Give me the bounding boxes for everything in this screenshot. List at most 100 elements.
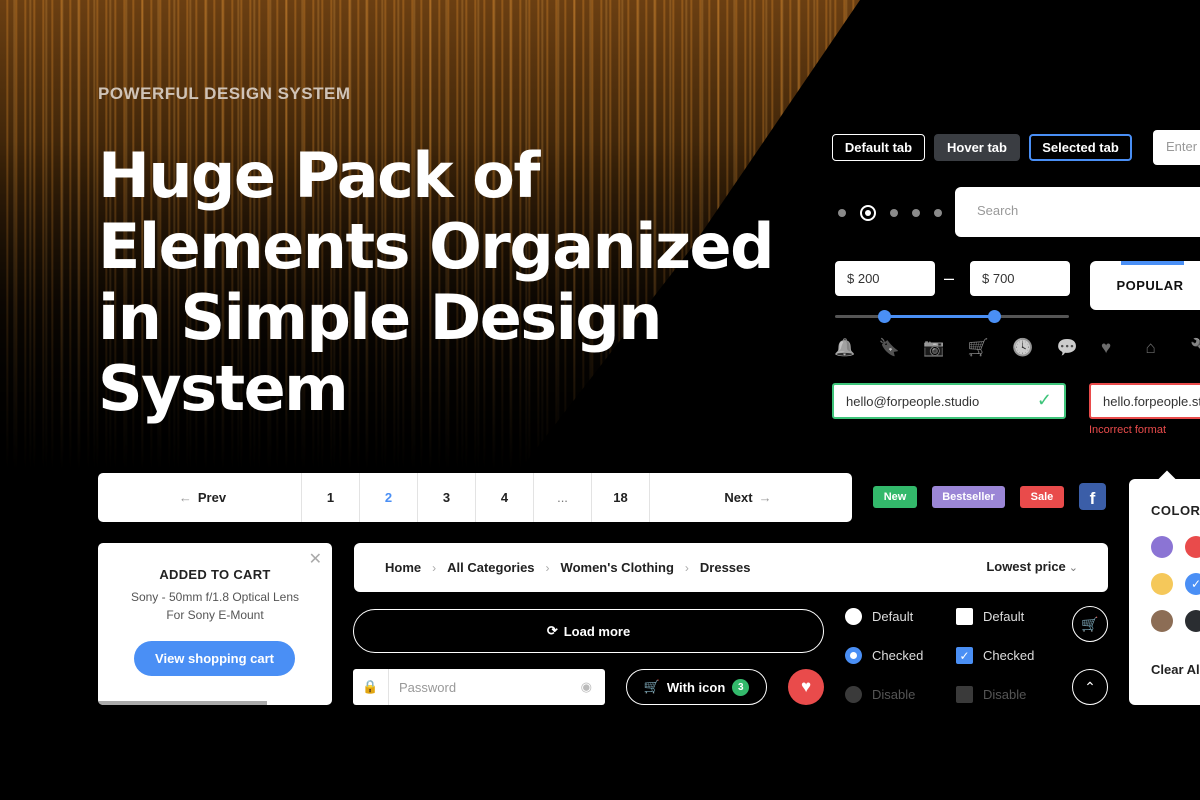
facebook-icon[interactable]: f [1079,483,1106,510]
tab-selected[interactable]: Selected tab [1029,134,1132,161]
checkbox-box [956,686,973,703]
headline-line: System [98,352,349,425]
checkbox-checked[interactable]: ✓ Checked [956,647,1034,664]
favorite-button[interactable]: ♥ [788,669,824,705]
range-slider-fill [884,315,995,318]
with-icon-label: With icon [666,679,726,695]
cart-round-button[interactable]: 🛒 [1072,606,1108,642]
scroll-top-button[interactable]: ⌃ [1072,669,1108,705]
prev-label: Prev [197,490,227,505]
radio-circle [845,686,862,703]
headline-line: in Simple Design [98,281,662,354]
camera-icon[interactable]: 📷 [923,338,968,358]
radio-label: Default [872,609,914,624]
dot[interactable] [890,209,898,217]
checkbox-label: Default [983,609,1025,624]
color-swatch[interactable] [1151,573,1173,595]
hero-headline: Huge Pack of Elements Organized in Simpl… [98,140,798,424]
chat-icon[interactable]: 💬 [1057,338,1102,358]
badge-bestseller: Bestseller [932,486,1005,508]
color-swatch[interactable] [1185,610,1200,632]
lock-icon: 🔒 [353,669,389,705]
eye-icon[interactable]: ◉ [581,679,605,695]
cart-icon: 🛒 [643,679,660,694]
clock-icon[interactable]: 🕓 [1012,338,1057,358]
color-swatch-selected[interactable]: ✓ [1185,573,1200,595]
email-field-valid[interactable]: hello@forpeople.studio ✓ [832,383,1066,419]
breadcrumb-item[interactable]: Home [385,560,421,575]
email-field-invalid[interactable]: hello.forpeople.studio [1089,383,1200,419]
pagination-dots [838,205,942,221]
dot[interactable] [912,209,920,217]
page-button-current[interactable]: 2 [360,473,418,522]
clear-all-button[interactable]: Clear All [1151,662,1200,677]
cart-desc-line: Sony - 50mm f/1.8 Optical Lens [130,590,300,604]
checkbox-disabled: Disable [956,686,1026,703]
breadcrumb-item[interactable]: All Categories [447,560,534,575]
checkbox-box [956,608,973,625]
prev-button[interactable]: ← Prev [98,473,302,522]
headline-line: Elements Organized [98,210,774,283]
dot[interactable] [934,209,942,217]
breadcrumb: Home › All Categories › Women's Clothing… [354,543,1108,592]
color-filter-panel: COLOR ✓ Clear All [1129,479,1200,705]
view-cart-button[interactable]: View shopping cart [134,641,295,676]
range-handle-min[interactable] [878,310,892,323]
radio-label: Checked [872,648,924,663]
radio-label: Disable [872,687,916,702]
close-icon[interactable]: ✕ [309,549,322,569]
color-swatch[interactable] [1151,610,1173,632]
cart-desc-line: For Sony E-Mount [166,608,264,622]
cart-icon: 🛒 [1081,615,1099,632]
cart-icon[interactable]: 🛒 [968,338,1013,358]
load-more-button[interactable]: ⟳ Load more [353,609,824,653]
page-button[interactable]: 18 [592,473,650,522]
breadcrumb-item[interactable]: Women's Clothing [561,560,674,575]
password-placeholder: Password [399,679,457,695]
page-button[interactable]: 3 [418,473,476,522]
dot[interactable] [838,209,846,217]
with-icon-button[interactable]: 🛒 With icon 3 [626,669,767,705]
next-label: Next [724,490,753,505]
check-icon: ✓ [956,647,973,664]
cart-title: ADDED TO CART [159,567,271,582]
sort-dropdown[interactable]: Lowest price ⌄ [986,559,1078,574]
checkbox-label: Checked [983,648,1035,663]
heart-icon[interactable]: ♥ [1101,338,1146,358]
next-button[interactable]: Next → [650,473,852,522]
price-min-input[interactable]: $ 200 [835,261,935,296]
wrench-icon[interactable]: 🔧 [1190,338,1200,358]
color-swatch[interactable] [1185,536,1200,558]
tab-popular[interactable]: POPULAR [1090,261,1200,310]
dot-active[interactable] [860,205,876,221]
home-icon[interactable]: ⌂ [1146,338,1191,358]
radio-checked[interactable]: Checked [845,647,923,664]
sort-label: Lowest price [986,559,1066,574]
tab-hover[interactable]: Hover tab [934,134,1020,161]
chevron-right-icon: › [684,560,689,575]
color-swatch[interactable] [1151,536,1173,558]
price-max-input[interactable]: $ 700 [970,261,1070,296]
bell-icon[interactable]: 🔔 [834,338,879,358]
load-more-label: Load more [563,623,631,639]
bookmark-icon[interactable]: 🔖 [879,338,924,358]
checkbox-default[interactable]: Default [956,608,1024,625]
error-message: Incorrect format [1089,424,1167,436]
radio-default[interactable]: Default [845,608,913,625]
page-button[interactable]: 4 [476,473,534,522]
range-handle-max[interactable] [988,310,1002,323]
arrow-left-icon: ← [178,490,192,505]
arrow-right-icon: → [758,490,772,505]
password-field[interactable]: 🔒 Password ◉ [353,669,605,705]
checkbox-label: Disable [983,687,1027,702]
chevron-right-icon: › [545,560,550,575]
heart-icon: ♥ [800,677,812,696]
page-button[interactable]: 1 [302,473,360,522]
hero-eyebrow: POWERFUL DESIGN SYSTEM [98,84,351,103]
search-input[interactable]: Search [955,187,1200,237]
cart-notification: ✕ ADDED TO CART Sony - 50mm f/1.8 Optica… [98,543,332,705]
radio-circle [845,608,862,625]
tab-default[interactable]: Default tab [832,134,925,161]
enter-input[interactable]: Enter [1153,130,1200,165]
breadcrumb-item-current[interactable]: Dresses [700,560,751,575]
